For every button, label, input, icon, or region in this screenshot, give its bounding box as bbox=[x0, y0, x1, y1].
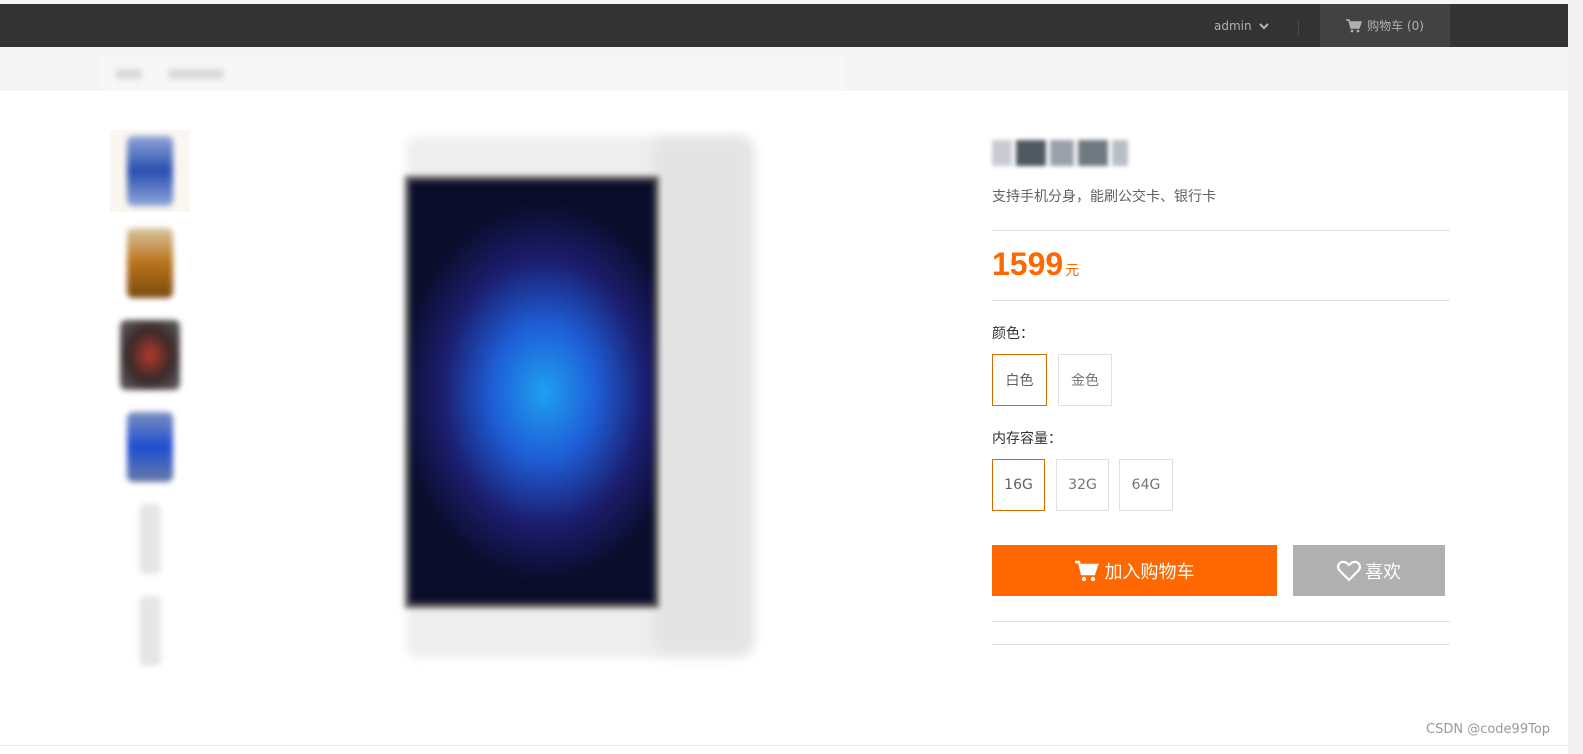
breadcrumb bbox=[100, 57, 845, 91]
memory-option-16g[interactable]: 16G bbox=[992, 459, 1045, 511]
main-product-image bbox=[398, 128, 760, 666]
scrollbar-track[interactable] bbox=[1568, 0, 1583, 754]
phone-side bbox=[653, 138, 753, 653]
like-label: 喜欢 bbox=[1365, 561, 1401, 583]
product-title bbox=[992, 137, 1134, 169]
phone-gold-thumbnail-icon bbox=[127, 228, 173, 298]
thumbnail-2[interactable] bbox=[110, 222, 190, 304]
divider bbox=[992, 644, 1450, 645]
thumbnail-3[interactable] bbox=[110, 314, 190, 396]
cart-icon bbox=[1074, 560, 1099, 581]
phone-red-thumbnail-icon bbox=[120, 320, 180, 390]
price-value: 1599 bbox=[992, 246, 1064, 282]
chevron-down-icon bbox=[1258, 22, 1269, 30]
header-cart-label: 购物车 (0) bbox=[1367, 19, 1424, 33]
divider bbox=[992, 230, 1450, 231]
phone-blue-thumbnail-icon bbox=[127, 136, 173, 206]
memory-option-32g[interactable]: 32G bbox=[1056, 459, 1109, 511]
color-label: 颜色： bbox=[992, 326, 1034, 342]
product-subtitle: 支持手机分身，能刷公交卡、银行卡 bbox=[992, 189, 1216, 205]
thumbnail-5[interactable] bbox=[110, 498, 190, 580]
like-button[interactable]: 喜欢 bbox=[1293, 545, 1445, 596]
cart-icon bbox=[1346, 18, 1363, 32]
color-option-white[interactable]: 白色 bbox=[992, 354, 1047, 406]
add-to-cart-label: 加入购物车 bbox=[1104, 561, 1195, 583]
memory-label: 内存容量： bbox=[992, 431, 1062, 447]
username: admin bbox=[1214, 18, 1252, 33]
nav-separator bbox=[1298, 21, 1299, 35]
phone-white2-thumbnail-icon bbox=[139, 596, 161, 666]
header-cart-link[interactable]: 购物车 (0) bbox=[1320, 4, 1450, 47]
thumbnail-6[interactable] bbox=[110, 590, 190, 672]
product-price: 1599 元 bbox=[992, 246, 1079, 283]
heart-icon bbox=[1337, 560, 1361, 582]
color-option-gold[interactable]: 金色 bbox=[1058, 354, 1112, 406]
add-to-cart-button[interactable]: 加入购物车 bbox=[992, 545, 1277, 596]
breadcrumb-current bbox=[168, 69, 224, 79]
top-navigation-bar: admin 购物车 (0) bbox=[0, 4, 1568, 47]
phone-screen bbox=[405, 176, 659, 608]
price-unit: 元 bbox=[1065, 263, 1080, 279]
bottom-divider bbox=[0, 745, 1568, 746]
phone-white-thumbnail-icon bbox=[139, 504, 161, 574]
watermark: CSDN @code99Top bbox=[1426, 722, 1551, 737]
phone-blue2-thumbnail-icon bbox=[127, 412, 173, 482]
thumbnail-4[interactable] bbox=[110, 406, 190, 488]
user-menu[interactable]: admin bbox=[1214, 4, 1270, 47]
thumbnail-1[interactable] bbox=[110, 130, 190, 212]
memory-option-64g[interactable]: 64G bbox=[1119, 459, 1173, 511]
breadcrumb-home[interactable] bbox=[116, 69, 142, 79]
divider bbox=[992, 621, 1450, 622]
divider bbox=[992, 300, 1450, 301]
